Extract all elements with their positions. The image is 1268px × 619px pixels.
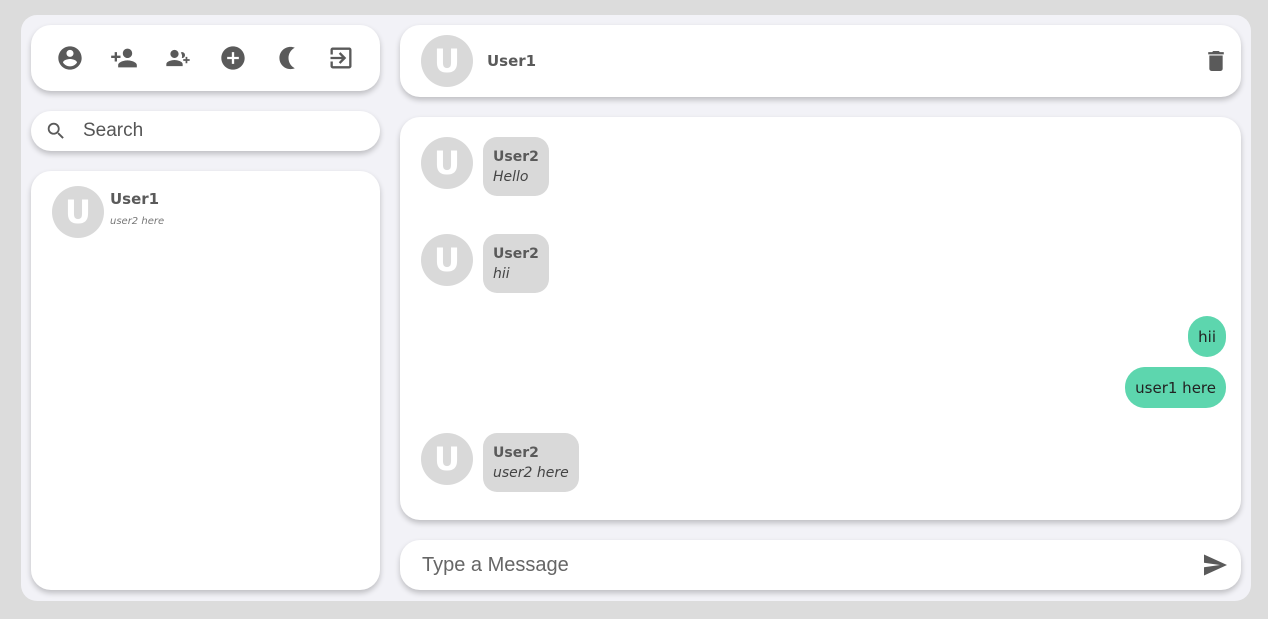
search-bar bbox=[31, 111, 380, 151]
dark-mode-toggle[interactable] bbox=[272, 43, 302, 73]
contact-list: U User1 user2 here bbox=[31, 171, 380, 590]
message-bubble: User2 user2 here bbox=[483, 433, 579, 492]
account-circle-icon bbox=[58, 46, 82, 70]
add-group-button[interactable] bbox=[163, 43, 193, 73]
logout-button[interactable] bbox=[326, 43, 356, 73]
message-outgoing: user1 here bbox=[1125, 367, 1226, 408]
message-incoming: U User2 hii bbox=[421, 234, 549, 293]
message-incoming: U User2 Hello bbox=[421, 137, 549, 196]
logout-icon bbox=[330, 47, 352, 69]
trash-icon bbox=[1208, 51, 1224, 71]
toolbar bbox=[31, 25, 380, 91]
message-incoming: U User2 user2 here bbox=[421, 433, 579, 492]
message-text: Hello bbox=[493, 169, 529, 185]
add-person-icon bbox=[111, 48, 138, 68]
message-input[interactable] bbox=[422, 553, 1182, 577]
search-icon bbox=[47, 122, 64, 139]
contact-item[interactable]: U User1 user2 here bbox=[52, 186, 164, 238]
message-panel: U User2 Hello U User2 hii hii user1 here… bbox=[400, 117, 1241, 520]
avatar: U bbox=[421, 137, 473, 189]
message-outgoing: hii bbox=[1188, 316, 1226, 357]
add-group-icon bbox=[166, 49, 191, 67]
add-circle-icon bbox=[220, 46, 245, 70]
send-icon bbox=[1204, 554, 1227, 576]
chat-header: U User1 bbox=[400, 25, 1241, 97]
avatar: U bbox=[421, 234, 473, 286]
message-sender: User2 bbox=[493, 445, 539, 461]
moon-icon bbox=[279, 46, 295, 70]
search-input[interactable] bbox=[83, 120, 363, 142]
message-sender: User2 bbox=[493, 246, 539, 262]
avatar: U bbox=[421, 433, 473, 485]
message-text: hii bbox=[493, 266, 510, 282]
contact-name: User1 bbox=[110, 190, 160, 208]
add-contact-button[interactable] bbox=[109, 43, 139, 73]
message-text: user2 here bbox=[493, 465, 569, 481]
profile-button[interactable] bbox=[55, 43, 85, 73]
delete-chat-button[interactable] bbox=[1207, 51, 1225, 71]
compose-bar bbox=[400, 540, 1241, 590]
chat-title: User1 bbox=[487, 52, 537, 70]
message-sender: User2 bbox=[493, 149, 539, 165]
avatar: U bbox=[52, 186, 104, 238]
send-button[interactable] bbox=[1203, 554, 1227, 576]
message-bubble: User2 hii bbox=[483, 234, 549, 293]
avatar: U bbox=[421, 35, 473, 87]
message-bubble: User2 Hello bbox=[483, 137, 549, 196]
contact-preview: user2 here bbox=[110, 216, 165, 227]
new-chat-button[interactable] bbox=[218, 43, 248, 73]
